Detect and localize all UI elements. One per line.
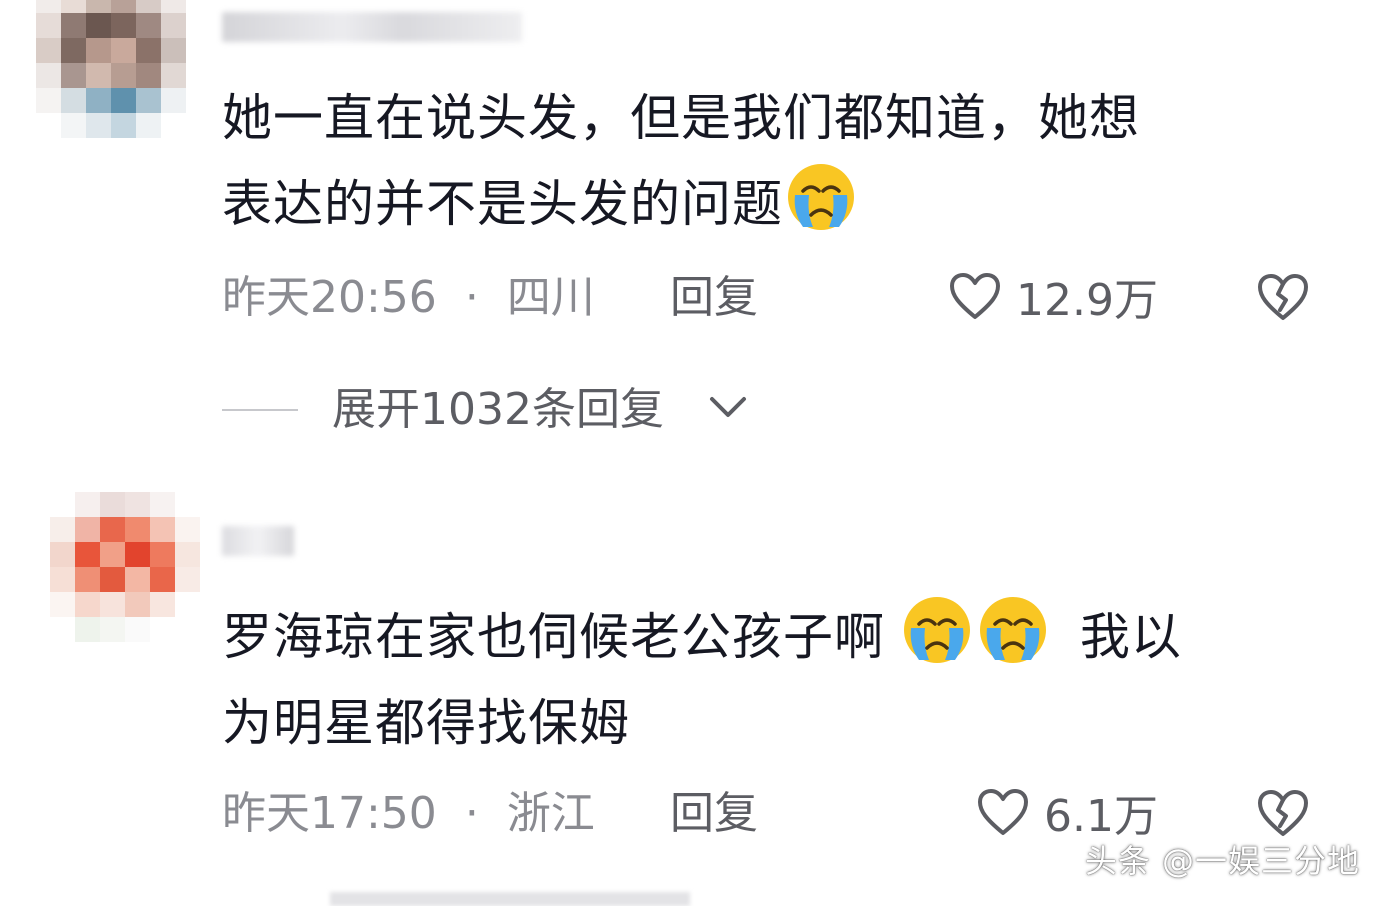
divider bbox=[222, 409, 298, 411]
next-comment-cropped bbox=[330, 892, 690, 906]
username-redacted[interactable] bbox=[222, 12, 522, 42]
watermark: 头条 @一娱三分地 bbox=[1084, 842, 1360, 880]
comment-text: 她一直在说头发，但是我们都知道，她想 表达的并不是头发的问题 bbox=[222, 75, 1332, 247]
comment-text-line: 罗海琼在家也伺候老公孩子啊 bbox=[222, 608, 885, 666]
comment-text-line: 我以 bbox=[1079, 608, 1182, 666]
meta-separator: · bbox=[464, 272, 479, 323]
location: 浙江 bbox=[506, 788, 595, 839]
comment-meta: 昨天20:56 · 四川 bbox=[222, 268, 595, 328]
like-count: 12.9万 bbox=[1016, 275, 1158, 326]
reply-button[interactable]: 回复 bbox=[670, 268, 758, 328]
avatar[interactable] bbox=[36, 0, 186, 138]
chevron-down-icon bbox=[710, 397, 746, 417]
expand-replies-label: 展开1032条回复 bbox=[332, 384, 664, 435]
crying-face-icon bbox=[904, 597, 970, 663]
username-redacted[interactable] bbox=[222, 526, 294, 556]
comment-text-line: 她一直在说头发，但是我们都知道，她想 bbox=[222, 89, 1140, 147]
heart-icon bbox=[950, 273, 1000, 319]
comment-text-line: 表达的并不是头发的问题 bbox=[222, 175, 783, 233]
timestamp: 昨天17:50 bbox=[222, 788, 437, 839]
like-count: 6.1万 bbox=[1044, 791, 1158, 842]
timestamp: 昨天20:56 bbox=[222, 272, 437, 323]
meta-separator: · bbox=[464, 788, 479, 839]
like-button[interactable]: 6.1万 bbox=[976, 782, 1158, 842]
heart-icon bbox=[978, 789, 1028, 835]
location: 四川 bbox=[506, 272, 595, 323]
reply-button[interactable]: 回复 bbox=[670, 784, 758, 844]
comment-text-line: 为明星都得找保姆 bbox=[222, 694, 630, 752]
crying-face-icon bbox=[788, 164, 854, 230]
crying-face-icon bbox=[980, 597, 1046, 663]
avatar[interactable] bbox=[50, 492, 200, 642]
broken-heart-icon[interactable] bbox=[1256, 270, 1310, 324]
broken-heart-icon[interactable] bbox=[1256, 786, 1310, 840]
comment-text: 罗海琼在家也伺候老公孩子啊 我以 为明星都得找保姆 bbox=[222, 594, 1332, 766]
like-button[interactable]: 12.9万 bbox=[948, 266, 1158, 326]
comment-meta: 昨天17:50 · 浙江 bbox=[222, 784, 595, 844]
